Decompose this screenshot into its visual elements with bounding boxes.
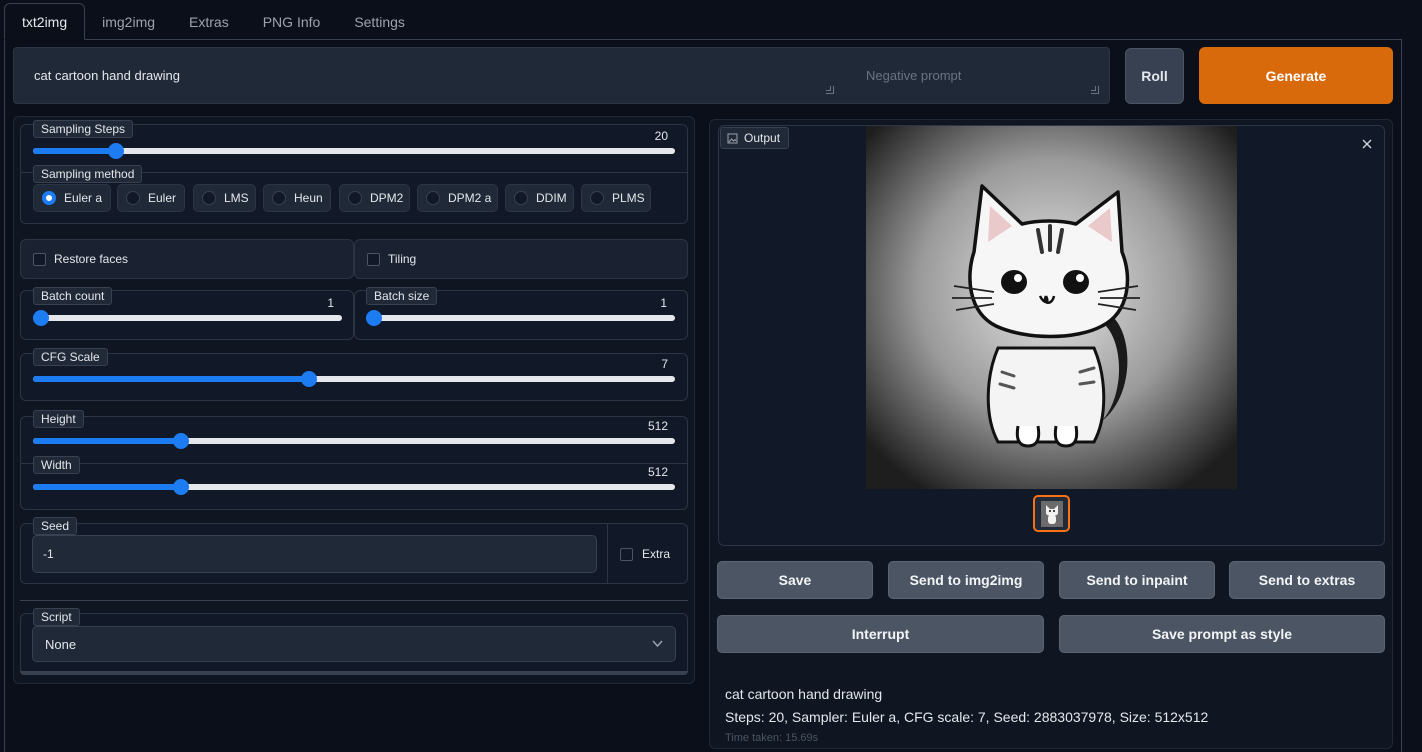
seed-input[interactable]: -1 <box>32 535 597 573</box>
cfg-scale-value[interactable]: 7 <box>620 357 668 371</box>
height-value[interactable]: 512 <box>620 419 668 433</box>
sampling-steps-value[interactable]: 20 <box>620 129 668 143</box>
script-select-value: None <box>45 637 77 652</box>
generation-info-prompt: cat cartoon hand drawing <box>725 686 883 702</box>
roll-button[interactable]: Roll <box>1125 48 1184 104</box>
script-label: Script <box>33 608 80 626</box>
batch-size-value[interactable]: 1 <box>633 296 667 310</box>
width-label: Width <box>33 456 80 474</box>
seed-extra: Extra <box>620 547 670 561</box>
tiling-label: Tiling <box>388 252 417 266</box>
tab-img2img[interactable]: img2img <box>85 3 172 40</box>
close-icon[interactable] <box>1362 139 1372 149</box>
height-label: Height <box>33 410 84 428</box>
sampler-option-lms[interactable]: LMS <box>193 184 256 212</box>
tab-png-info[interactable]: PNG Info <box>246 3 338 40</box>
sampler-option-dpm2[interactable]: DPM2 <box>339 184 410 212</box>
seed-extra-label: Extra <box>642 547 671 561</box>
send-to-img2img-button[interactable]: Send to img2img <box>888 561 1044 599</box>
restore-faces-panel: Restore faces <box>20 239 354 279</box>
restore-faces-label: Restore faces <box>54 252 129 266</box>
generation-info-time: Time taken: 15.69s <box>725 732 819 744</box>
tab-txt2img[interactable]: txt2img <box>4 3 86 40</box>
prompt-input[interactable]: cat cartoon hand drawing <box>34 68 180 83</box>
chevron-down-icon <box>652 640 663 648</box>
save-prompt-as-style-button[interactable]: Save prompt as style <box>1059 615 1385 653</box>
sampler-option-plms[interactable]: PLMS <box>581 184 651 212</box>
sampler-option-euler-a[interactable]: Euler a <box>33 184 111 212</box>
cfg-scale-slider[interactable] <box>33 371 675 387</box>
sampling-steps-label: Sampling Steps <box>33 120 134 138</box>
batch-size-label: Batch size <box>366 287 438 305</box>
tab-bar: txt2img img2img Extras PNG Info Settings <box>4 3 422 40</box>
cat-thumbnail-icon <box>1040 500 1063 527</box>
cfg-scale-label: CFG Scale <box>33 348 108 366</box>
save-button[interactable]: Save <box>717 561 873 599</box>
sampler-option-heun[interactable]: Heun <box>263 184 331 212</box>
dimensions-panel <box>20 416 688 510</box>
sampler-option-dpm2-a[interactable]: DPM2 a <box>417 184 498 212</box>
sampler-option-euler[interactable]: Euler <box>117 184 185 212</box>
generation-info-params: Steps: 20, Sampler: Euler a, CFG scale: … <box>725 709 1209 725</box>
tiling-panel: Tiling <box>354 239 688 279</box>
seed-extra-checkbox[interactable] <box>620 547 633 561</box>
image-icon <box>727 133 738 143</box>
script-panel-footer <box>20 671 688 675</box>
restore-faces-checkbox[interactable] <box>33 252 46 266</box>
sampling-steps-slider[interactable] <box>33 143 675 159</box>
frame-border-left <box>4 39 5 752</box>
send-to-extras-button[interactable]: Send to extras <box>1229 561 1385 599</box>
gallery-thumbnail[interactable] <box>1033 495 1070 532</box>
sampling-method-label: Sampling method <box>33 165 143 183</box>
prompt-resize-handle[interactable] <box>826 86 834 94</box>
negative-prompt-input[interactable]: Negative prompt <box>866 68 961 83</box>
width-slider[interactable] <box>33 479 675 495</box>
generate-button[interactable]: Generate <box>1199 47 1393 104</box>
frame-border-right <box>1401 39 1402 752</box>
interrupt-button[interactable]: Interrupt <box>717 615 1044 653</box>
tab-divider <box>4 39 1402 40</box>
seed-label: Seed <box>33 517 78 535</box>
prompt-area: cat cartoon hand drawing Negative prompt <box>13 47 1110 104</box>
tab-extras[interactable]: Extras <box>172 3 246 40</box>
batch-size-slider[interactable] <box>366 310 675 326</box>
send-to-inpaint-button[interactable]: Send to inpaint <box>1059 561 1215 599</box>
negative-prompt-resize-handle[interactable] <box>1091 86 1099 94</box>
height-slider[interactable] <box>33 433 675 449</box>
script-divider <box>20 600 688 601</box>
sampler-option-ddim[interactable]: DDIM <box>505 184 574 212</box>
output-label: Output <box>720 127 790 149</box>
tiling-checkbox[interactable] <box>367 252 380 266</box>
script-select[interactable]: None <box>32 626 676 662</box>
tab-settings[interactable]: Settings <box>337 3 422 40</box>
width-value[interactable]: 512 <box>620 465 668 479</box>
batch-count-value[interactable]: 1 <box>300 296 334 310</box>
batch-count-slider[interactable] <box>33 310 342 326</box>
generated-cat-image[interactable] <box>866 126 1237 489</box>
batch-count-label: Batch count <box>33 287 113 305</box>
